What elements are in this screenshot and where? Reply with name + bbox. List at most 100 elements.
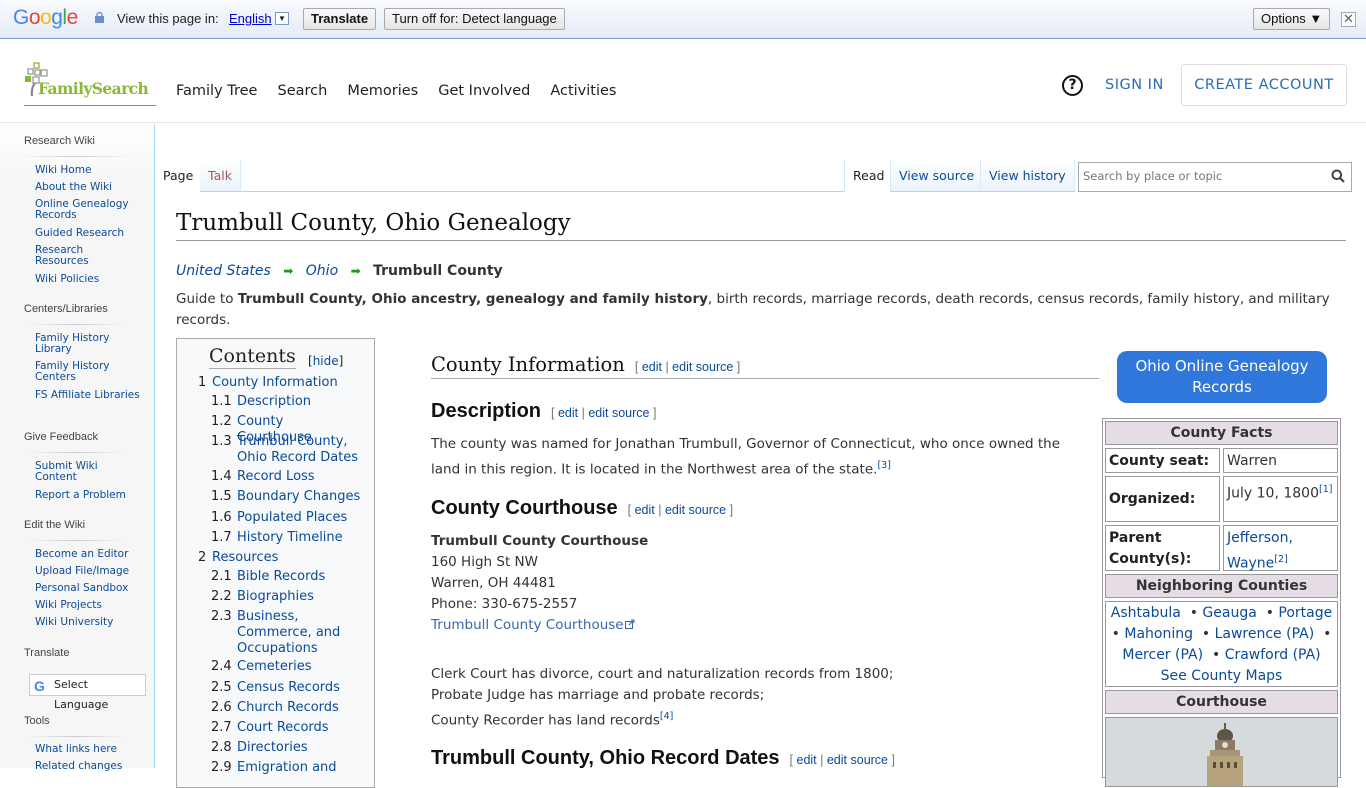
ohio-online-records-button[interactable]: Ohio Online Genealogy Records <box>1117 351 1327 403</box>
parent-county-links[interactable]: Jefferson, Wayne <box>1227 530 1293 572</box>
create-account-button[interactable]: CREATE ACCOUNT <box>1181 64 1347 106</box>
breadcrumb-ohio[interactable]: Ohio <box>306 263 338 279</box>
sidebar-item-guided-research[interactable]: Guided Research <box>35 228 140 239</box>
toc-entry[interactable]: 2 Resources <box>198 550 368 566</box>
toc-entry[interactable]: 2.6 Church Records <box>211 700 371 716</box>
nav-get-involved[interactable]: Get Involved <box>438 83 530 99</box>
sidebar-item-sandbox[interactable]: Personal Sandbox <box>35 583 140 594</box>
toc-link[interactable]: Emigration and <box>237 760 361 776</box>
reference-link[interactable]: [1] <box>1319 484 1332 495</box>
edit-source-link[interactable]: edit source <box>665 503 726 517</box>
sidebar-item-fhc[interactable]: Family History Centers <box>35 361 140 383</box>
toc-entry[interactable]: 2.4 Cemeteries <box>211 659 371 675</box>
sidebar-item-online-records[interactable]: Online Genealogy Records <box>35 199 140 221</box>
neighbor-geauga[interactable]: Geauga <box>1202 605 1256 621</box>
select-language-widget[interactable]: G Select Language <box>29 674 146 711</box>
toc-link[interactable]: Boundary Changes <box>237 489 361 505</box>
neighbor-mahoning[interactable]: Mahoning <box>1124 626 1193 642</box>
toc-entry[interactable]: 2.3 Business, Commerce, and Occupations <box>211 609 371 656</box>
language-dropdown-icon[interactable]: ▼ <box>275 12 289 25</box>
toc-entry[interactable]: 1.5 Boundary Changes <box>211 489 371 505</box>
tab-view-source[interactable]: View source <box>890 160 983 192</box>
toc-entry[interactable]: 2.8 Directories <box>211 740 371 756</box>
toc-link[interactable]: Record Loss <box>237 469 361 485</box>
translate-button[interactable]: Translate <box>303 8 377 30</box>
toc-hide-toggle[interactable]: [hide] <box>308 354 343 368</box>
reference-link[interactable]: [4] <box>660 711 673 722</box>
edit-link[interactable]: edit <box>558 406 578 420</box>
neighbor-portage[interactable]: Portage <box>1278 605 1332 621</box>
search-icon[interactable] <box>1331 169 1345 183</box>
toc-entry[interactable]: 2.5 Census Records <box>211 680 371 696</box>
close-icon[interactable]: ✕ <box>1341 12 1356 27</box>
toc-entry[interactable]: 2.2 Biographies <box>211 589 371 605</box>
toc-link[interactable]: Populated Places <box>237 510 361 526</box>
sidebar-item-wiki-projects[interactable]: Wiki Projects <box>35 600 140 611</box>
sign-in-link[interactable]: SIGN IN <box>1105 77 1164 93</box>
toc-entry[interactable]: 2.9 Emigration and <box>211 760 371 776</box>
toc-entry[interactable]: 1.7 History Timeline <box>211 530 371 546</box>
neighbor-mercer[interactable]: Mercer (PA) <box>1122 647 1203 663</box>
edit-source-link[interactable]: edit source <box>588 406 649 420</box>
sidebar-item-report-problem[interactable]: Report a Problem <box>35 490 140 501</box>
toc-link[interactable]: County Information <box>212 375 362 391</box>
edit-link[interactable]: edit <box>797 753 817 767</box>
toc-link[interactable]: Census Records <box>237 680 361 696</box>
edit-source-link[interactable]: edit source <box>672 360 733 374</box>
sidebar-item-wiki-home[interactable]: Wiki Home <box>35 165 140 176</box>
edit-link[interactable]: edit <box>642 360 662 374</box>
sidebar-item-submit-content[interactable]: Submit Wiki Content <box>35 461 140 483</box>
nav-activities[interactable]: Activities <box>550 83 616 99</box>
toc-link[interactable]: Cemeteries <box>237 659 361 675</box>
toc-entry[interactable]: 1.4 Record Loss <box>211 469 371 485</box>
toc-link[interactable]: Business, Commerce, and Occupations <box>237 609 361 657</box>
toc-entry[interactable]: 1.1 Description <box>211 394 371 410</box>
familysearch-logo[interactable]: FamilySearch <box>24 62 156 106</box>
toc-entry[interactable]: 1.2 County Courthouse <box>211 414 371 445</box>
breadcrumb-united-states[interactable]: United States <box>176 263 271 279</box>
toc-entry[interactable]: 2.7 Court Records <box>211 720 371 736</box>
sidebar-item-related-changes[interactable]: Related changes <box>35 761 140 772</box>
reference-link[interactable]: [3] <box>877 460 890 471</box>
sidebar-item-become-editor[interactable]: Become an Editor <box>35 549 140 560</box>
sidebar-item-what-links-here[interactable]: What links here <box>35 744 140 755</box>
turn-off-button[interactable]: Turn off for: Detect language <box>384 8 565 30</box>
see-county-maps-link[interactable]: See County Maps <box>1161 668 1283 684</box>
language-link[interactable]: English <box>229 11 272 26</box>
tab-read[interactable]: Read <box>844 160 893 192</box>
sidebar-item-fs-affiliate[interactable]: FS Affiliate Libraries <box>35 390 140 401</box>
sidebar-item-research-resources[interactable]: Research Resources <box>35 245 140 267</box>
toc-link[interactable]: Trumbull County, Ohio Record Dates <box>237 434 361 466</box>
toc-entry[interactable]: 1.6 Populated Places <box>211 510 371 526</box>
toc-link[interactable]: Directories <box>237 740 361 756</box>
toc-link[interactable]: Church Records <box>237 700 361 716</box>
toc-entry[interactable]: 1.3 Trumbull County, Ohio Record Dates <box>211 434 371 465</box>
nav-family-tree[interactable]: Family Tree <box>176 83 257 99</box>
toc-link[interactable]: Resources <box>212 550 362 566</box>
sidebar-item-wiki-university[interactable]: Wiki University <box>35 617 140 628</box>
search-input[interactable]: Search by place or topic <box>1078 162 1352 192</box>
edit-source-link[interactable]: edit source <box>827 753 888 767</box>
toc-entry[interactable]: 2.1 Bible Records <box>211 569 371 585</box>
nav-search[interactable]: Search <box>277 83 327 99</box>
tab-page[interactable]: Page <box>155 160 202 192</box>
sidebar-item-fhl[interactable]: Family History Library <box>35 333 140 355</box>
edit-link[interactable]: edit <box>635 503 655 517</box>
courthouse-external-link[interactable]: Trumbull County Courthouse <box>431 615 831 636</box>
sidebar-item-upload[interactable]: Upload File/Image <box>35 566 140 577</box>
neighbor-lawrence[interactable]: Lawrence (PA) <box>1215 626 1315 642</box>
courthouse-photo[interactable] <box>1105 717 1338 787</box>
sidebar-item-wiki-policies[interactable]: Wiki Policies <box>35 274 140 285</box>
neighbor-ashtabula[interactable]: Ashtabula <box>1111 605 1181 621</box>
toc-entry[interactable]: 1 County Information <box>198 375 368 391</box>
tab-talk[interactable]: Talk <box>200 160 241 192</box>
options-button[interactable]: Options ▼ <box>1253 8 1331 30</box>
toc-link[interactable]: Court Records <box>237 720 361 736</box>
help-icon[interactable]: ? <box>1062 75 1083 96</box>
reference-link[interactable]: [2] <box>1274 554 1287 565</box>
toc-link[interactable]: Description <box>237 394 361 410</box>
toc-link[interactable]: History Timeline <box>237 530 361 546</box>
toc-hide-link[interactable]: hide <box>313 354 339 368</box>
neighbor-crawford[interactable]: Crawford (PA) <box>1225 647 1321 663</box>
toc-link[interactable]: Biographies <box>237 589 361 605</box>
